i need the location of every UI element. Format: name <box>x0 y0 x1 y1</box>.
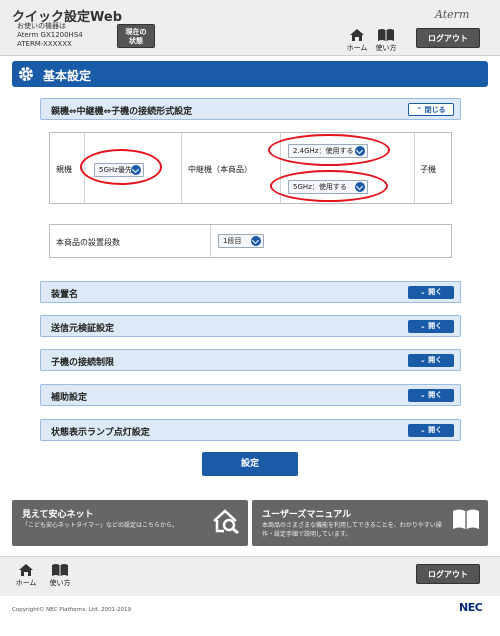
home-nav-button[interactable]: ホーム <box>345 28 369 53</box>
house-search-icon <box>213 509 239 534</box>
book-icon <box>453 509 479 529</box>
expand-button[interactable]: ⌄ 開く <box>408 424 454 437</box>
status-lamp-section[interactable]: 状態表示ランプ点灯設定 ⌄ 開く <box>40 419 461 441</box>
client-connection-limit-section[interactable]: 子機の接続制限 ⌄ 開く <box>40 349 461 371</box>
chevron-up-icon: ⌃ <box>416 106 423 114</box>
highlight-ellipse <box>80 149 162 185</box>
aterm-logo: Aterm <box>435 8 470 21</box>
book-icon <box>52 564 68 576</box>
cell-divider <box>181 133 182 203</box>
current-status-button[interactable]: 現在の 状態 <box>117 24 155 48</box>
device-name-section[interactable]: 装置名 ⌄ 開く <box>40 281 461 303</box>
copyright-text: Copyright© NEC Platforms, Ltd. 2001-2019 <box>12 607 132 613</box>
users-manual-banner[interactable]: ユーザーズマニュアル 本商品のさまざまな機能を利用してできることを、わかりやすい… <box>252 500 488 546</box>
expand-button[interactable]: ⌄ 開く <box>408 354 454 367</box>
auxiliary-settings-section[interactable]: 補助設定 ⌄ 開く <box>40 384 461 406</box>
promo-desc: 「こども安心ネットタイマー」などの設定はこちらから。 <box>22 522 179 529</box>
logout-button[interactable]: ログアウト <box>416 28 480 48</box>
cell-divider <box>414 133 415 203</box>
repeater-label: 中継機（本商品） <box>188 165 252 174</box>
footer-logout-button[interactable]: ログアウト <box>416 564 480 584</box>
footer-bar: ホーム 使い方 ログアウト <box>0 556 500 596</box>
nec-logo: NEC <box>459 601 483 614</box>
device-ssid: ATERM-XXXXXX <box>17 40 72 48</box>
footer-home-button[interactable]: ホーム <box>14 563 38 588</box>
highlight-ellipse <box>268 134 390 166</box>
install-stage-label: 本商品の設置段数 <box>56 238 120 247</box>
section-title: 基本設定 <box>43 69 92 83</box>
source-verification-section[interactable]: 送信元検証設定 ⌄ 開く <box>40 315 461 337</box>
connection-mode-label: 親機⇔中継機⇔子機の接続形式設定 <box>51 107 193 117</box>
chevron-down-icon: ⌄ <box>419 322 426 330</box>
expand-button[interactable]: ⌄ 開く <box>408 389 454 402</box>
home-icon <box>19 564 33 576</box>
install-stage-row: 本商品の設置段数 1段目 <box>49 224 452 258</box>
device-model: Aterm GX1200HS4 <box>17 31 83 39</box>
device-label: お使いの機器は <box>17 22 66 30</box>
connection-mode-header[interactable]: 親機⇔中継機⇔子機の接続形式設定 ⌃ 閉じる <box>40 98 461 120</box>
cell-divider <box>210 225 211 257</box>
chevron-down-icon <box>251 236 261 246</box>
promo-title: ユーザーズマニュアル <box>262 510 352 520</box>
chevron-down-icon: ⌄ <box>419 288 426 296</box>
chevron-down-icon: ⌄ <box>419 426 426 434</box>
collapse-button[interactable]: ⌃ 閉じる <box>408 103 454 116</box>
book-icon <box>378 29 394 41</box>
expand-button[interactable]: ⌄ 開く <box>408 286 454 299</box>
section-title-bar: 基本設定 <box>12 61 488 87</box>
gear-icon <box>19 67 33 81</box>
install-stage-select[interactable]: 1段目 <box>218 234 264 248</box>
child-label: 子機 <box>420 165 436 174</box>
mieru-anshin-net-banner[interactable]: 見えて安心ネット 「こども安心ネットタイマー」などの設定はこちらから。 <box>12 500 248 546</box>
chevron-down-icon: ⌄ <box>419 356 426 364</box>
home-icon <box>350 29 364 41</box>
help-nav-button[interactable]: 使い方 <box>374 28 398 53</box>
promo-title: 見えて安心ネット <box>22 510 94 520</box>
promo-desc: 本商品のさまざまな機能を利用してできることを、わかりやすい操 作・設定手順で説明… <box>262 522 442 538</box>
expand-button[interactable]: ⌄ 開く <box>408 320 454 333</box>
apply-settings-button[interactable]: 設定 <box>202 452 298 476</box>
chevron-down-icon: ⌄ <box>419 391 426 399</box>
footer-help-button[interactable]: 使い方 <box>48 563 72 588</box>
header: クイック設定Web お使いの機器は Aterm GX1200HS4 ATERM-… <box>0 0 500 56</box>
parent-label: 親機 <box>56 165 72 174</box>
highlight-ellipse <box>270 170 388 202</box>
device-info: お使いの機器は Aterm GX1200HS4 ATERM-XXXXXX <box>17 22 83 49</box>
